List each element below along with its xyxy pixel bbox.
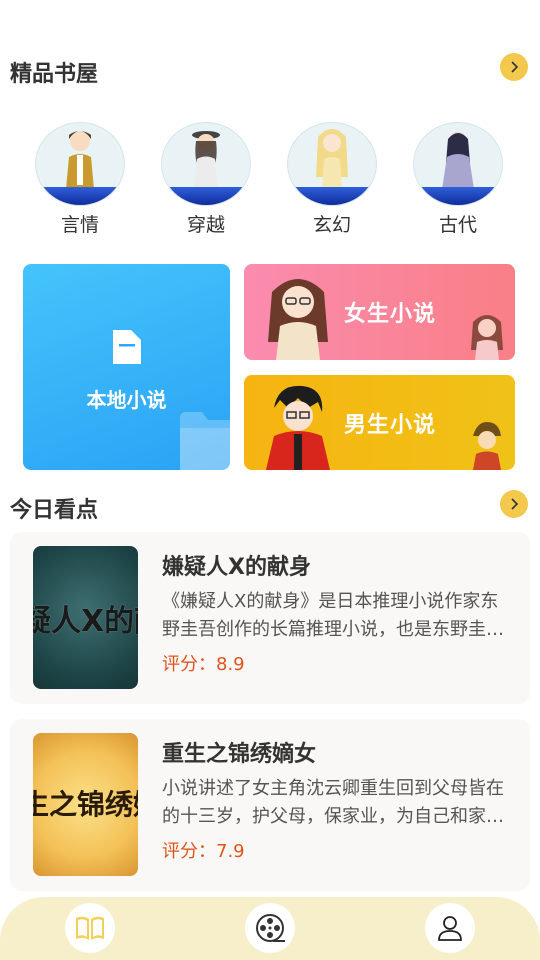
book-cover-title: 生之锦绣嫡 — [33, 788, 138, 821]
genre-avatar — [413, 122, 503, 206]
character-illustration — [192, 131, 220, 189]
book-description: 《嫌疑人X的献身》是日本推理小说作家东野圭吾创作的长篇推理小说，也是东野圭吾的代… — [162, 591, 504, 640]
tab-discover[interactable] — [245, 903, 295, 953]
genre-label: 古代 — [438, 214, 477, 236]
book-description: 小说讲述了女主角沈云卿重生回到父母皆在的十三岁，护父母，保家业，为自己和家人改写… — [162, 778, 504, 827]
book-score: 评分：7.9 — [162, 841, 245, 862]
genre-label: 玄幻 — [312, 214, 351, 236]
genre-avatar — [161, 122, 251, 206]
character-illustration — [442, 132, 474, 189]
male-novel-label: 男生小说 — [344, 413, 437, 438]
character-illustration — [316, 129, 348, 189]
featured-more-button[interactable] — [500, 53, 528, 81]
boy-thumbnail — [473, 422, 501, 470]
book-score: 评分：8.9 — [162, 654, 245, 675]
genre-label: 言情 — [60, 214, 99, 236]
film-reel-icon — [256, 914, 285, 942]
genre-label: 穿越 — [186, 214, 225, 236]
male-novel-card[interactable]: 男生小说 — [244, 375, 515, 470]
book-cover: 生之锦绣嫡 — [33, 733, 138, 876]
genre-item-ancient[interactable]: 古代 — [413, 122, 503, 237]
genre-item-time-travel[interactable]: 穿越 — [161, 122, 251, 237]
book-item[interactable]: 生之锦绣嫡 重生之锦绣嫡女 小说讲述了女主角沈云卿重生回到父母皆在的十三岁，护父… — [10, 719, 530, 891]
book-item[interactable]: 疑人X的献 嫌疑人X的献身 《嫌疑人X的献身》是日本推理小说作家东野圭吾创作的长… — [10, 532, 530, 704]
genre-list: 言情 穿越 玄幻 古代 — [0, 122, 540, 242]
female-novel-label: 女生小说 — [344, 302, 437, 327]
book-icon — [76, 916, 104, 940]
girl-thumbnail — [471, 315, 503, 360]
book-cover-title: 疑人X的献 — [33, 604, 138, 639]
section-title-featured: 精品书屋 — [10, 62, 99, 87]
genre-avatar — [35, 122, 125, 206]
girl-illustration — [268, 279, 328, 360]
local-novel-card[interactable]: 本地小说 — [23, 264, 230, 470]
female-novel-card[interactable]: 女生小说 — [244, 264, 515, 360]
folder-icon — [180, 412, 230, 470]
book-title: 重生之锦绣嫡女 — [162, 742, 317, 767]
genre-item-romance[interactable]: 言情 — [35, 122, 125, 237]
section-title-today: 今日看点 — [10, 498, 99, 523]
character-illustration — [66, 131, 94, 189]
book-cover: 疑人X的献 — [33, 546, 138, 689]
chevron-right-icon — [511, 61, 519, 73]
boy-illustration — [266, 385, 330, 470]
local-novel-label: 本地小说 — [86, 388, 167, 412]
book-title: 嫌疑人X的献身 — [162, 555, 311, 580]
tab-bookshelf[interactable] — [65, 903, 115, 953]
today-more-button[interactable] — [500, 490, 528, 518]
genre-item-fantasy[interactable]: 玄幻 — [287, 122, 377, 237]
chevron-right-icon — [511, 498, 519, 510]
genre-avatar — [287, 122, 377, 206]
tab-profile[interactable] — [425, 903, 475, 953]
file-icon — [113, 330, 141, 364]
user-icon — [438, 916, 462, 941]
bottom-tab-bar — [0, 897, 540, 960]
